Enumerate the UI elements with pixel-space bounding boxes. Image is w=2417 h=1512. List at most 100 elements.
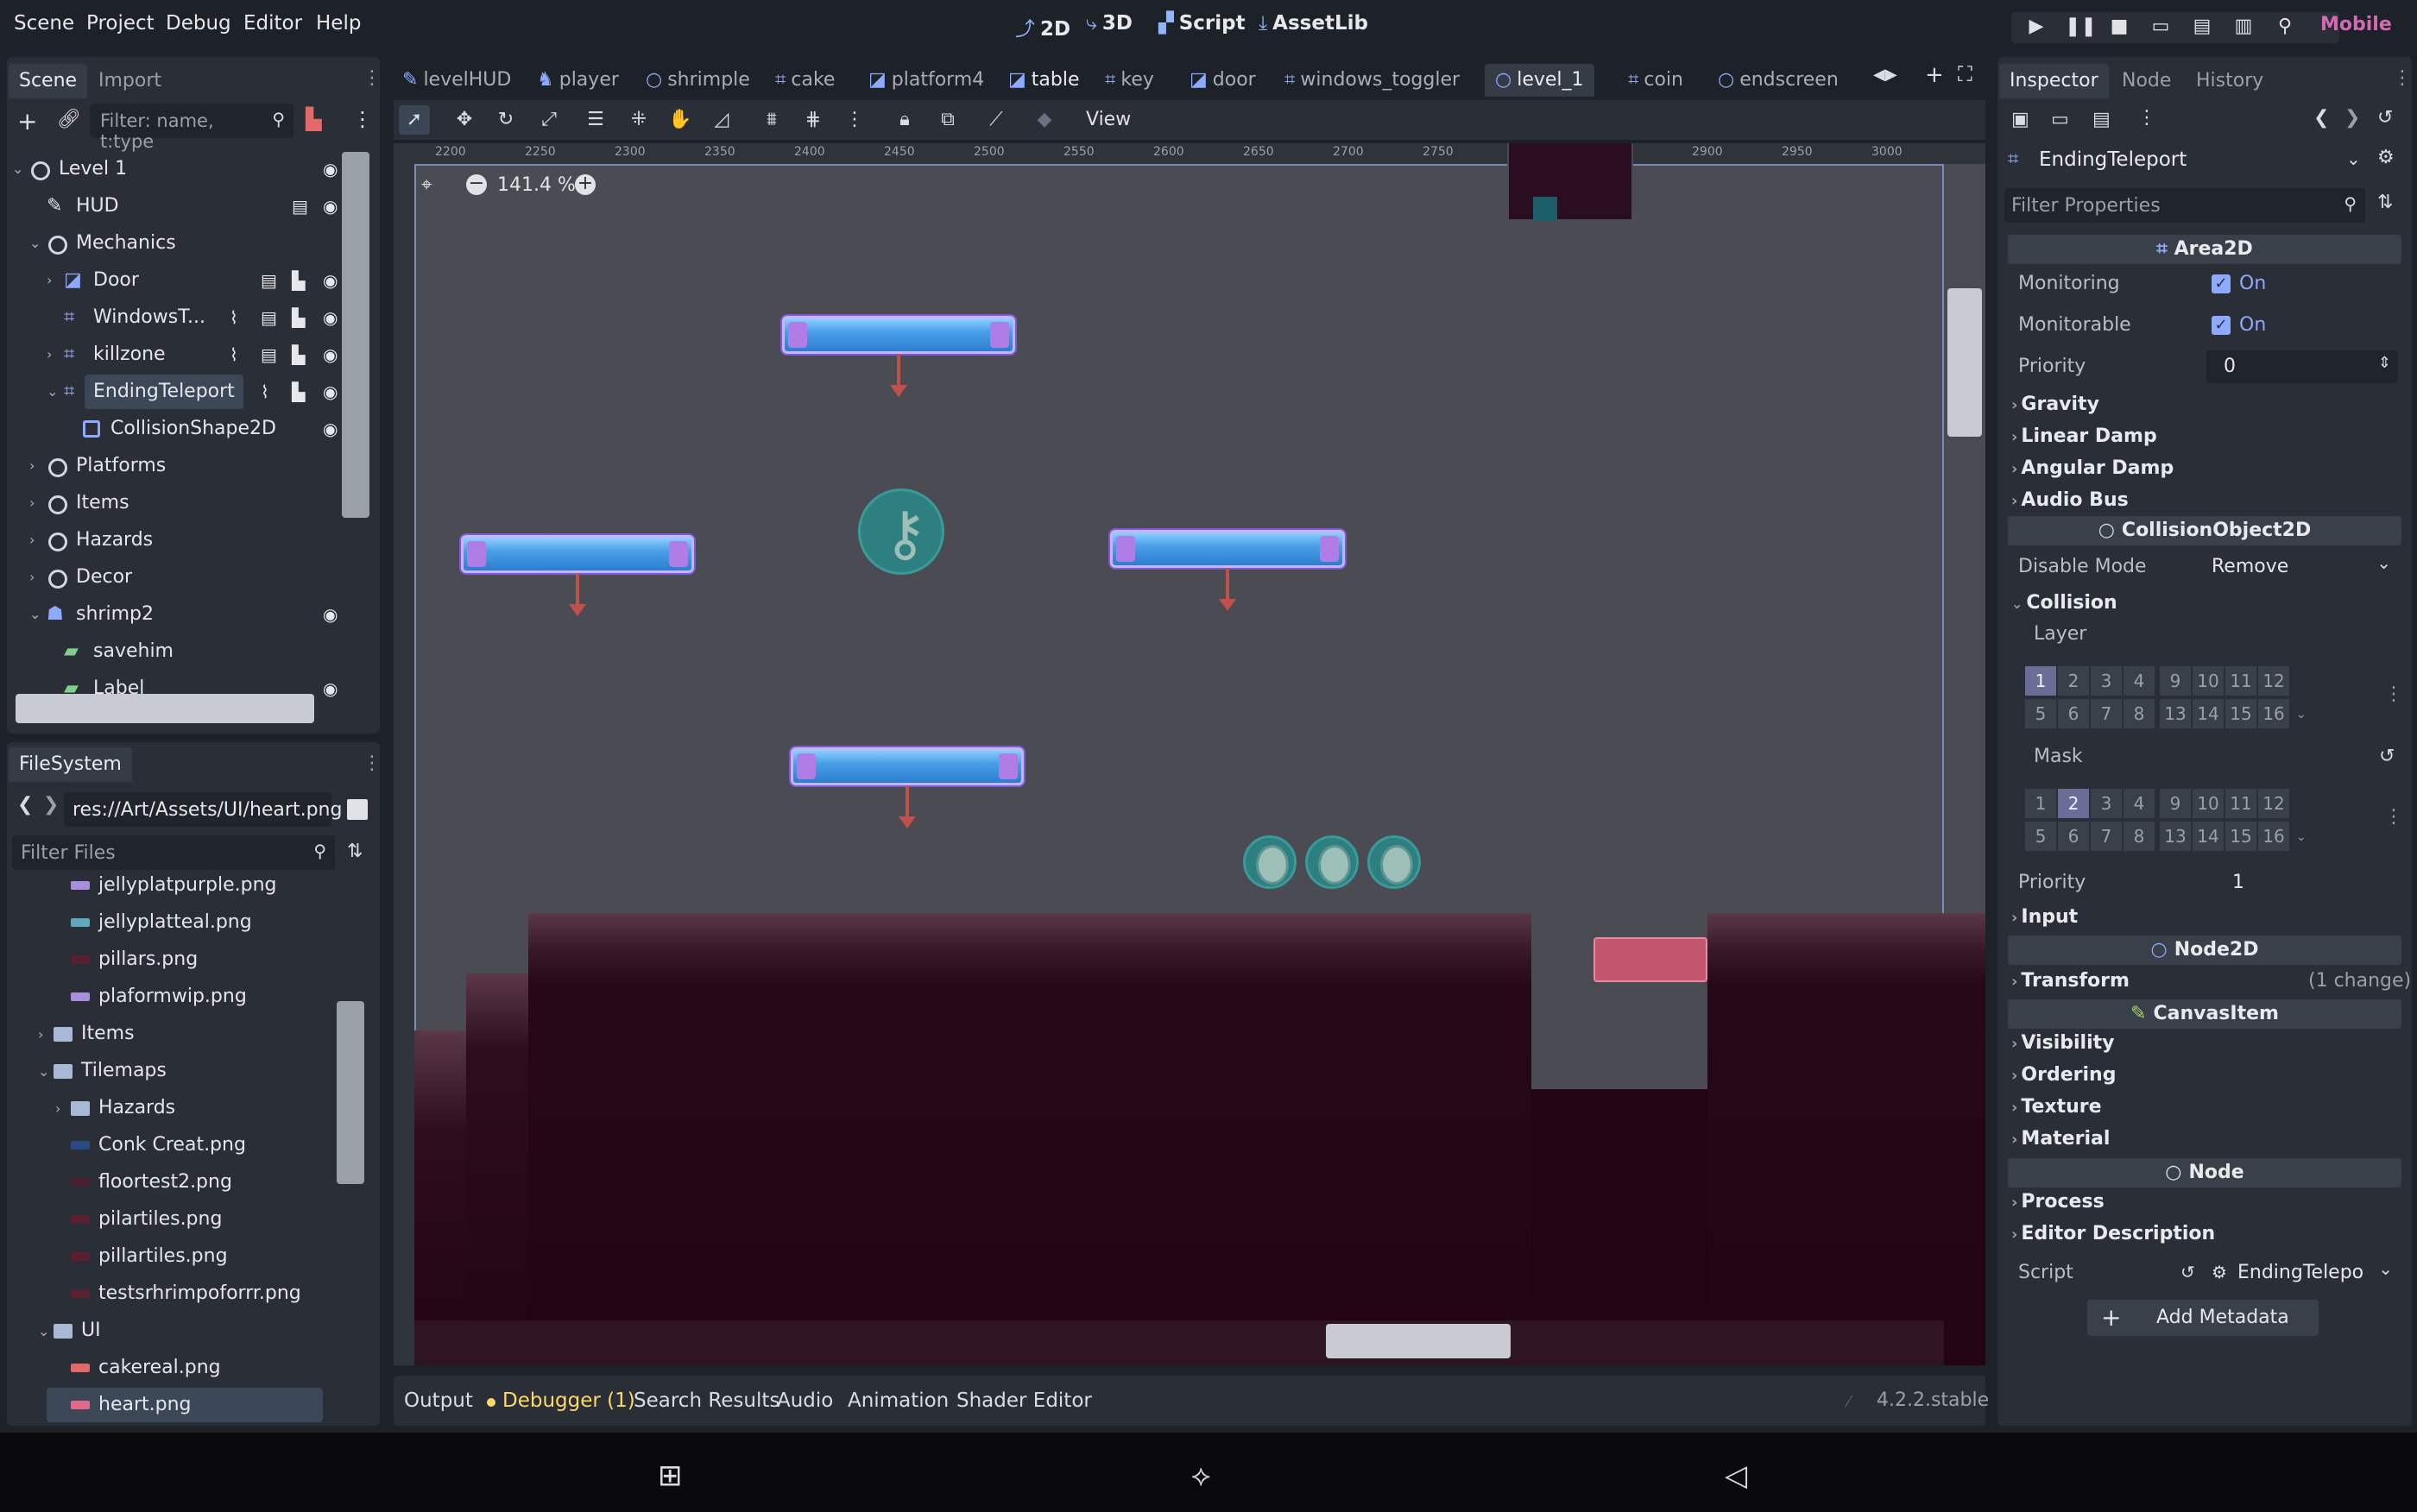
category-editor-description[interactable]: › Editor Description <box>2011 1223 2215 1244</box>
layer-bit-14[interactable]: 14 <box>2193 822 2224 851</box>
home-icon[interactable]: ⟡ <box>1191 1458 1210 1493</box>
signal-icon[interactable]: ⌇ <box>230 300 238 335</box>
pause-icon[interactable]: ❚❚ <box>2065 16 2097 40</box>
tab-shrimple[interactable]: ○ shrimple <box>646 64 750 97</box>
property-filter-input[interactable]: Filter Properties ⚲ <box>2004 188 2365 223</box>
scene-filter-input[interactable]: Filter: name, t:type ⚲ <box>90 104 293 152</box>
scene-node-savehim[interactable]: ▰ savehim <box>12 634 340 669</box>
scene-node-hazards[interactable]: › Hazards <box>12 523 340 558</box>
chevron-right-icon[interactable]: › <box>47 263 60 298</box>
disable-mode-select[interactable]: Remove ⌄ <box>2206 551 2398 583</box>
object-history-icon[interactable]: ↺ <box>2377 107 2393 129</box>
fs-sort-icon[interactable]: ⇅ <box>347 841 363 862</box>
layer-bit-8[interactable]: 8 <box>2124 822 2155 851</box>
chevron-down-icon[interactable]: ⌄ <box>12 152 26 186</box>
open-scene-icon[interactable]: ▤ <box>261 300 277 335</box>
category-material[interactable]: › Material <box>2011 1128 2110 1150</box>
mask-revert-icon[interactable]: ↺ <box>2379 746 2395 767</box>
tab-filesystem[interactable]: FileSystem <box>9 747 132 782</box>
chevron-right-icon[interactable]: › <box>47 337 60 372</box>
back-icon[interactable]: ◁ <box>1725 1458 1747 1493</box>
tabs-scroll-left-icon[interactable]: ◀▶ <box>1873 66 1897 84</box>
scene-node-hud[interactable]: ✎ HUD ◉ ▤ <box>12 189 340 224</box>
tab-audio[interactable]: Audio <box>777 1389 833 1412</box>
tab-door[interactable]: ◪ door <box>1190 64 1256 97</box>
renderer-selector[interactable]: Mobile <box>2320 14 2392 35</box>
layer-bit-8[interactable]: 8 <box>2124 699 2155 728</box>
rotate-tool-icon[interactable]: ↻ <box>490 105 521 135</box>
movie-maker-icon[interactable]: ⚲ <box>2272 16 2298 40</box>
layer-expand-icon[interactable]: ⌄ <box>2296 708 2307 721</box>
chevron-right-icon[interactable]: › <box>29 449 43 483</box>
layer-bit-6[interactable]: 6 <box>2058 822 2089 851</box>
fs-scroll-thumb[interactable] <box>337 1001 364 1184</box>
tab-levelhud[interactable]: ✎ levelHUD <box>402 64 511 97</box>
file-item[interactable]: floortest2.png <box>55 1165 232 1200</box>
chevron-right-icon[interactable]: › <box>29 560 43 595</box>
mask-expand-icon[interactable]: ⌄ <box>2296 830 2307 844</box>
tab-scene[interactable]: Scene <box>9 64 88 98</box>
ruler-tool-icon[interactable]: ◿ <box>706 105 737 135</box>
resource-options-icon[interactable]: ⋮ <box>2137 107 2156 129</box>
menu-debug[interactable]: Debug <box>166 12 231 35</box>
tab-player[interactable]: ♞ player <box>537 64 619 97</box>
node-settings-icon[interactable]: ⚙ <box>2377 147 2395 168</box>
eye-icon[interactable]: ◉ <box>323 189 338 224</box>
tab-level_1[interactable]: ○ level_1 <box>1485 64 1594 97</box>
layer-bit-5[interactable]: 5 <box>2025 822 2056 851</box>
center-view-icon[interactable]: ⌖ <box>421 174 432 196</box>
jelly-platform[interactable] <box>1110 530 1345 568</box>
play-custom-scene-icon[interactable]: ▥ <box>2231 16 2256 40</box>
file-item[interactable]: jellyplatteal.png <box>55 905 252 940</box>
layer-bit-7[interactable]: 7 <box>2091 699 2122 728</box>
layer-bit-6[interactable]: 6 <box>2058 699 2089 728</box>
list-select-icon[interactable]: ☰ <box>580 105 611 135</box>
new-tab-icon[interactable]: + <box>1925 62 1944 88</box>
tab-table[interactable]: ◪ table <box>1008 64 1080 97</box>
script-icon[interactable]: ▙ <box>292 300 305 335</box>
distraction-free-icon[interactable]: ⛶ <box>1958 62 1972 86</box>
script-icon[interactable]: ▙ <box>292 337 305 372</box>
stop-icon[interactable]: ■ <box>2106 16 2132 40</box>
scene-options-icon[interactable]: ⋮ <box>352 107 373 131</box>
monitoring-checkbox[interactable]: ✓ <box>2212 274 2231 293</box>
layer-menu-icon[interactable]: ⋮ <box>2384 684 2403 705</box>
tab-search-results[interactable]: Search Results <box>634 1389 779 1412</box>
layer-bit-3[interactable]: 3 <box>2091 789 2122 818</box>
new-resource-icon[interactable]: ▣ <box>2011 109 2029 130</box>
category-visibility[interactable]: › Visibility <box>2011 1032 2114 1054</box>
layer-bit-9[interactable]: 9 <box>2160 789 2191 818</box>
open-scene-icon[interactable]: ▤ <box>261 263 277 298</box>
tab-output[interactable]: Output <box>404 1389 473 1412</box>
scene-node-door[interactable]: › ◪ Door ◉ ▙ ▤ <box>12 263 340 298</box>
chevron-down-icon[interactable]: ⌄ <box>29 226 43 261</box>
move-tool-icon[interactable]: ✥ <box>449 105 480 135</box>
viewport-hscroll-thumb[interactable] <box>1326 1324 1511 1358</box>
layer-bit-13[interactable]: 13 <box>2160 822 2191 851</box>
category-angular-damp[interactable]: › Angular Damp <box>2011 457 2174 479</box>
layer-bit-15[interactable]: 15 <box>2225 822 2256 851</box>
add-node-icon[interactable]: + <box>17 107 37 135</box>
eye-icon[interactable]: ◉ <box>323 337 338 372</box>
layer-bit-5[interactable]: 5 <box>2025 699 2056 728</box>
layer-bit-9[interactable]: 9 <box>2160 666 2191 696</box>
history-forward-icon[interactable]: ❯ <box>2344 107 2360 129</box>
layer-bit-16[interactable]: 16 <box>2258 699 2289 728</box>
open-scene-icon[interactable]: ▤ <box>292 189 308 224</box>
scene-node-items[interactable]: › Items <box>12 486 340 520</box>
file-item[interactable]: heart.png <box>47 1388 323 1422</box>
signal-icon[interactable]: ⌇ <box>230 337 238 372</box>
menu-project[interactable]: Project <box>86 12 155 35</box>
menu-scene[interactable]: Scene <box>14 12 74 35</box>
remote-debug-icon[interactable]: ▭ <box>2148 16 2174 40</box>
jelly-platform[interactable] <box>461 535 694 573</box>
zoom-level[interactable]: 141.4 % <box>497 174 576 196</box>
file-item[interactable]: Conk Creat.png <box>55 1128 246 1162</box>
view-menu[interactable]: View <box>1086 109 1131 130</box>
section-node[interactable]: ○ Node <box>2008 1158 2401 1188</box>
file-item[interactable]: pillars.png <box>55 942 198 977</box>
file-item[interactable]: cakereal.png <box>55 1351 221 1385</box>
fs-back-icon[interactable]: ❮ <box>17 794 33 816</box>
viewport-vscroll-thumb[interactable] <box>1947 288 1982 437</box>
fs-view-toggle-icon[interactable] <box>347 799 368 820</box>
